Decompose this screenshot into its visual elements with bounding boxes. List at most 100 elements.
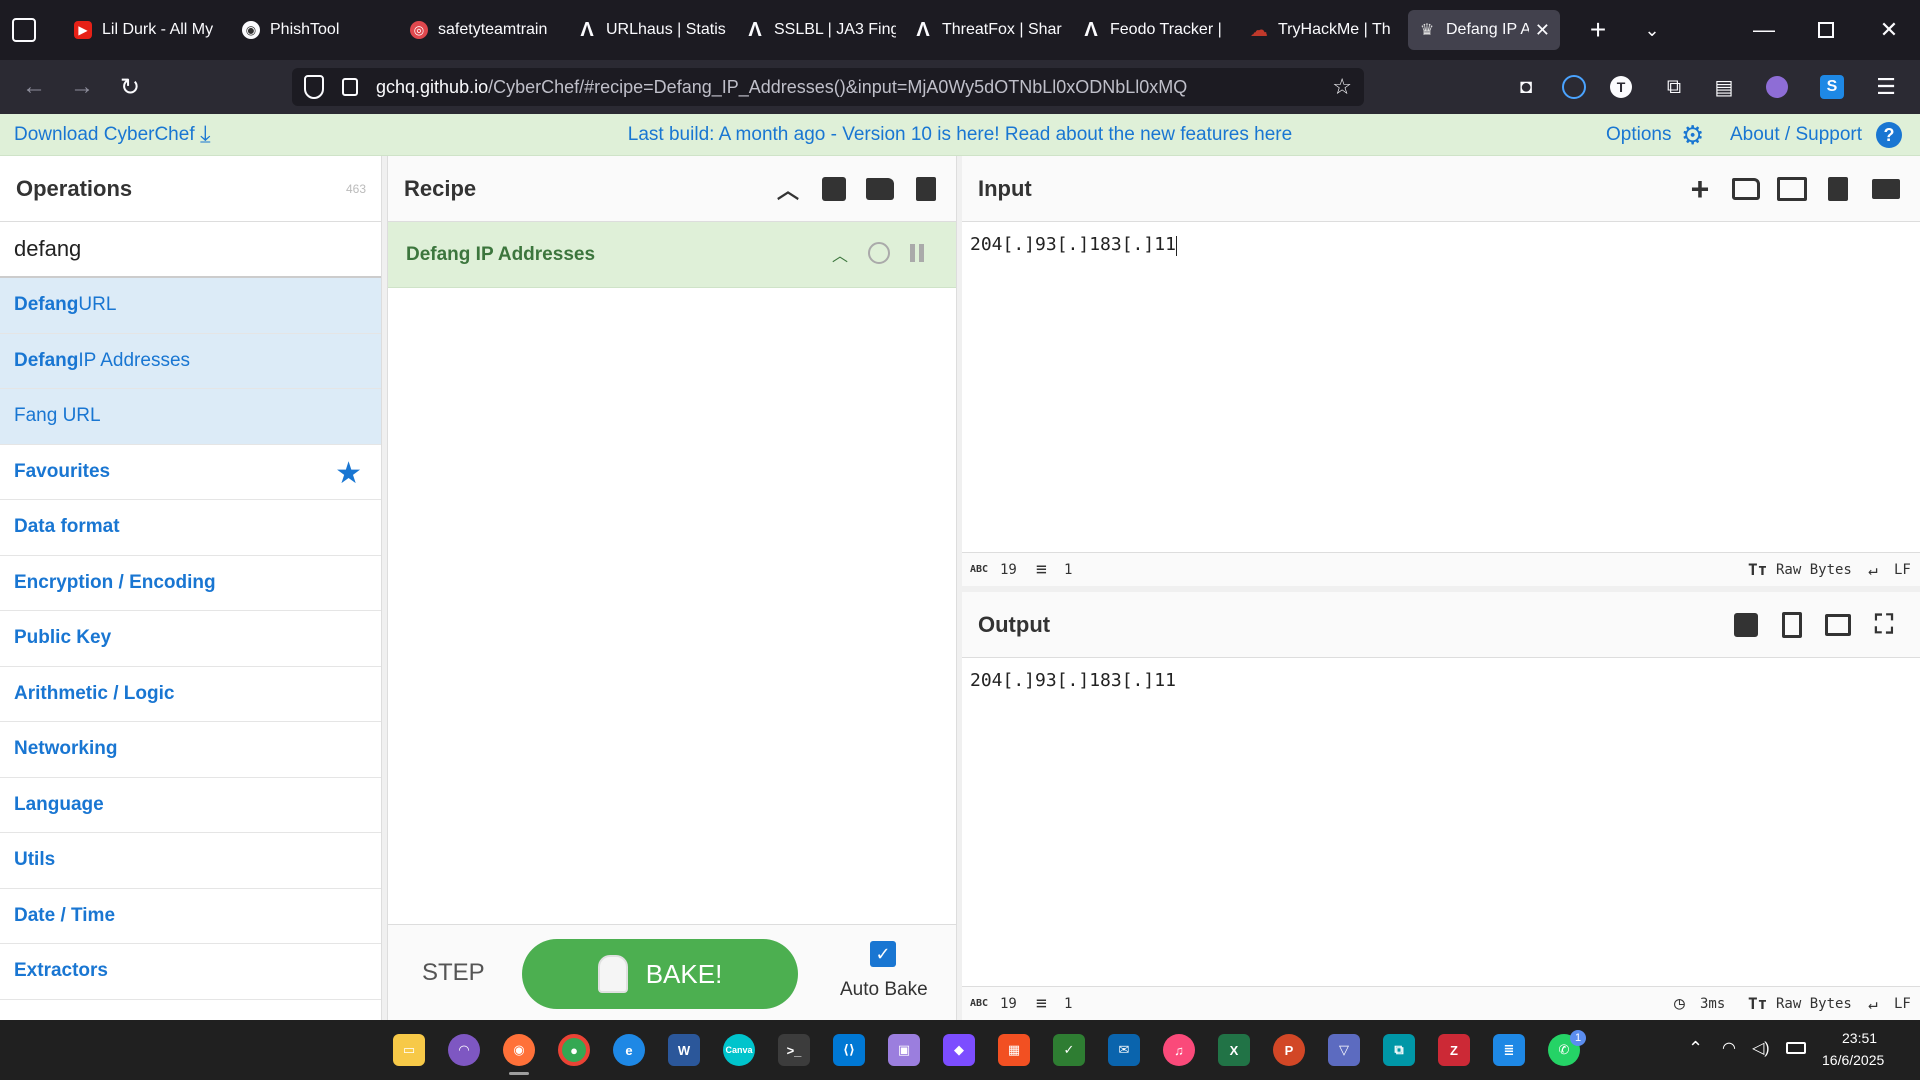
- options-link[interactable]: Options: [1606, 124, 1671, 146]
- copy-output-icon[interactable]: [1772, 605, 1812, 645]
- reset-layout-icon[interactable]: [1866, 169, 1906, 209]
- operations-search-input[interactable]: [0, 222, 381, 276]
- close-tab-icon[interactable]: ✕: [1535, 20, 1550, 41]
- input-eol[interactable]: LF: [1894, 562, 1911, 578]
- eol-return-icon[interactable]: ↵: [1868, 560, 1878, 579]
- op-breakpoint-pause-icon[interactable]: [910, 244, 924, 262]
- address-bar[interactable]: gchq.github.io/CyberChef/#recipe=Defang_…: [292, 68, 1364, 106]
- notepad-icon[interactable]: ≣: [1493, 1034, 1525, 1066]
- battery-icon[interactable]: [1786, 1042, 1806, 1054]
- mail-icon[interactable]: ✉: [1108, 1034, 1140, 1066]
- save-recipe-icon[interactable]: [814, 169, 854, 209]
- clock-date[interactable]: 16/6/2025: [1822, 1052, 1884, 1068]
- op-defang-url[interactable]: Defang URL: [0, 278, 381, 334]
- tracking-shield-icon[interactable]: [304, 75, 324, 99]
- minimize-icon[interactable]: —: [1733, 0, 1795, 60]
- browser-tab-urlhaus[interactable]: Λ URLhaus | Statis: [568, 10, 728, 50]
- browser-tab-cyberchef[interactable]: ♛ Defang IP Ad ✕: [1408, 10, 1560, 50]
- category-data-format[interactable]: Data format: [0, 500, 381, 556]
- category-arithmetic-logic[interactable]: Arithmetic / Logic: [0, 667, 381, 722]
- bookmark-star-icon[interactable]: ☆: [1332, 74, 1352, 100]
- category-utils[interactable]: Utils: [0, 833, 381, 889]
- hamburger-menu-icon[interactable]: ☰: [1872, 73, 1900, 101]
- help-question-icon[interactable]: ?: [1876, 122, 1902, 148]
- step-button[interactable]: STEP: [422, 959, 485, 987]
- text-encoding-icon[interactable]: Tт: [1748, 560, 1767, 579]
- wifi-icon[interactable]: ◠: [1722, 1038, 1736, 1058]
- category-public-key[interactable]: Public Key: [0, 611, 381, 667]
- eol-return-icon[interactable]: ↵: [1868, 994, 1878, 1013]
- output-eol[interactable]: LF: [1894, 996, 1911, 1012]
- browser-tab-lil-durk[interactable]: ▶ Lil Durk - All My: [64, 10, 224, 50]
- restore-icon[interactable]: [1795, 0, 1857, 60]
- input-encoding[interactable]: Raw Bytes: [1776, 562, 1852, 578]
- text-encoding-icon[interactable]: Tт: [1748, 994, 1767, 1013]
- op-collapse-chevron-icon[interactable]: ︿: [832, 242, 848, 266]
- download-icon[interactable]: ⤓: [200, 121, 211, 149]
- clear-recipe-trash-icon[interactable]: [906, 169, 946, 209]
- bake-button[interactable]: BAKE!: [522, 939, 798, 1009]
- extensions-puzzle-icon[interactable]: ⧉: [1660, 73, 1688, 101]
- browser-tab-safetyteam[interactable]: ◎ safetyteamtrain: [400, 10, 560, 50]
- t-extension-icon[interactable]: T: [1610, 76, 1632, 98]
- category-networking[interactable]: Networking: [0, 722, 381, 778]
- auto-bake-checkbox[interactable]: ✓: [870, 941, 896, 967]
- browser-tab-sslbl[interactable]: Λ SSLBL | JA3 Fing: [736, 10, 896, 50]
- new-tab-icon[interactable]: +: [1582, 14, 1614, 46]
- load-recipe-folder-icon[interactable]: [860, 169, 900, 209]
- input-textarea[interactable]: 204[.]93[.]183[.]11: [962, 222, 1920, 552]
- extension-dial-icon[interactable]: [1562, 75, 1586, 99]
- options-gear-icon[interactable]: ⚙: [1681, 120, 1704, 151]
- close-window-icon[interactable]: ✕: [1858, 0, 1920, 60]
- pocket-icon[interactable]: ◘: [1512, 73, 1540, 101]
- vpn-triangle-icon[interactable]: ▽: [1328, 1034, 1360, 1066]
- itunes-icon[interactable]: ♫: [1163, 1034, 1195, 1066]
- windows-start-icon[interactable]: [338, 1034, 370, 1066]
- mask-extension-icon[interactable]: [1766, 76, 1788, 98]
- output-textarea[interactable]: 204[.]93[.]183[.]11: [962, 658, 1920, 986]
- browser-tab-tryhackme[interactable]: ☁ TryHackMe | Th: [1240, 10, 1400, 50]
- op-fang-url[interactable]: Fang URL: [0, 389, 381, 445]
- browser-tab-feodo[interactable]: Λ Feodo Tracker |: [1072, 10, 1232, 50]
- volume-icon[interactable]: ◁): [1752, 1038, 1770, 1058]
- browser-tab-phishtool[interactable]: ◉ PhishTool: [232, 10, 392, 50]
- open-file-import-icon[interactable]: [1772, 169, 1812, 209]
- purple-app-icon[interactable]: ▣: [888, 1034, 920, 1066]
- recipe-op-defang-ip[interactable]: Defang IP Addresses ︿: [388, 222, 956, 288]
- tray-chevron-up-icon[interactable]: ⌃: [1688, 1038, 1703, 1059]
- zotero-icon[interactable]: Z: [1438, 1034, 1470, 1066]
- save-output-icon[interactable]: [1726, 605, 1766, 645]
- open-folder-icon[interactable]: [1726, 169, 1766, 209]
- snip-tool-icon[interactable]: ⧉: [1383, 1034, 1415, 1066]
- browser-tab-threatfox[interactable]: Λ ThreatFox | Shar: [904, 10, 1064, 50]
- category-extractors[interactable]: Extractors: [0, 944, 381, 1000]
- chrome-icon[interactable]: ●: [558, 1034, 590, 1066]
- lock-icon[interactable]: [342, 78, 358, 96]
- reader-icon[interactable]: ▤: [1710, 73, 1738, 101]
- forward-arrow-icon[interactable]: →: [60, 67, 104, 107]
- reload-icon[interactable]: ↻: [108, 67, 152, 107]
- back-arrow-icon[interactable]: ←: [12, 67, 56, 107]
- excel-icon[interactable]: X: [1218, 1034, 1250, 1066]
- replace-input-icon[interactable]: [1818, 605, 1858, 645]
- output-encoding[interactable]: Raw Bytes: [1776, 996, 1852, 1012]
- collapse-all-chevron-icon[interactable]: ︿: [768, 169, 808, 209]
- clear-input-trash-icon[interactable]: [1818, 169, 1858, 209]
- microsoft-store-icon[interactable]: ▦: [998, 1034, 1030, 1066]
- op-disable-icon[interactable]: [868, 242, 890, 264]
- tab-list-icon[interactable]: [12, 18, 36, 42]
- edge-icon[interactable]: e: [613, 1034, 645, 1066]
- op-defang-ip-addresses[interactable]: Defang IP Addresses: [0, 333, 381, 389]
- clock-time[interactable]: 23:51: [1842, 1030, 1877, 1046]
- canva-icon[interactable]: Canva: [723, 1034, 755, 1066]
- download-cyberchef-link[interactable]: Download CyberChef: [14, 124, 195, 146]
- tab-overflow-chevron-icon[interactable]: ⌄: [1636, 14, 1668, 46]
- powerpoint-icon[interactable]: P: [1273, 1034, 1305, 1066]
- word-icon[interactable]: W: [668, 1034, 700, 1066]
- file-explorer-icon[interactable]: ▭: [393, 1034, 425, 1066]
- vscode-icon[interactable]: ⟨⟩: [833, 1034, 865, 1066]
- category-favourites[interactable]: Favourites ★: [0, 445, 381, 500]
- mask-app-icon[interactable]: ◠: [448, 1034, 480, 1066]
- category-date-time[interactable]: Date / Time: [0, 889, 381, 944]
- obsidian-icon[interactable]: ◆: [943, 1034, 975, 1066]
